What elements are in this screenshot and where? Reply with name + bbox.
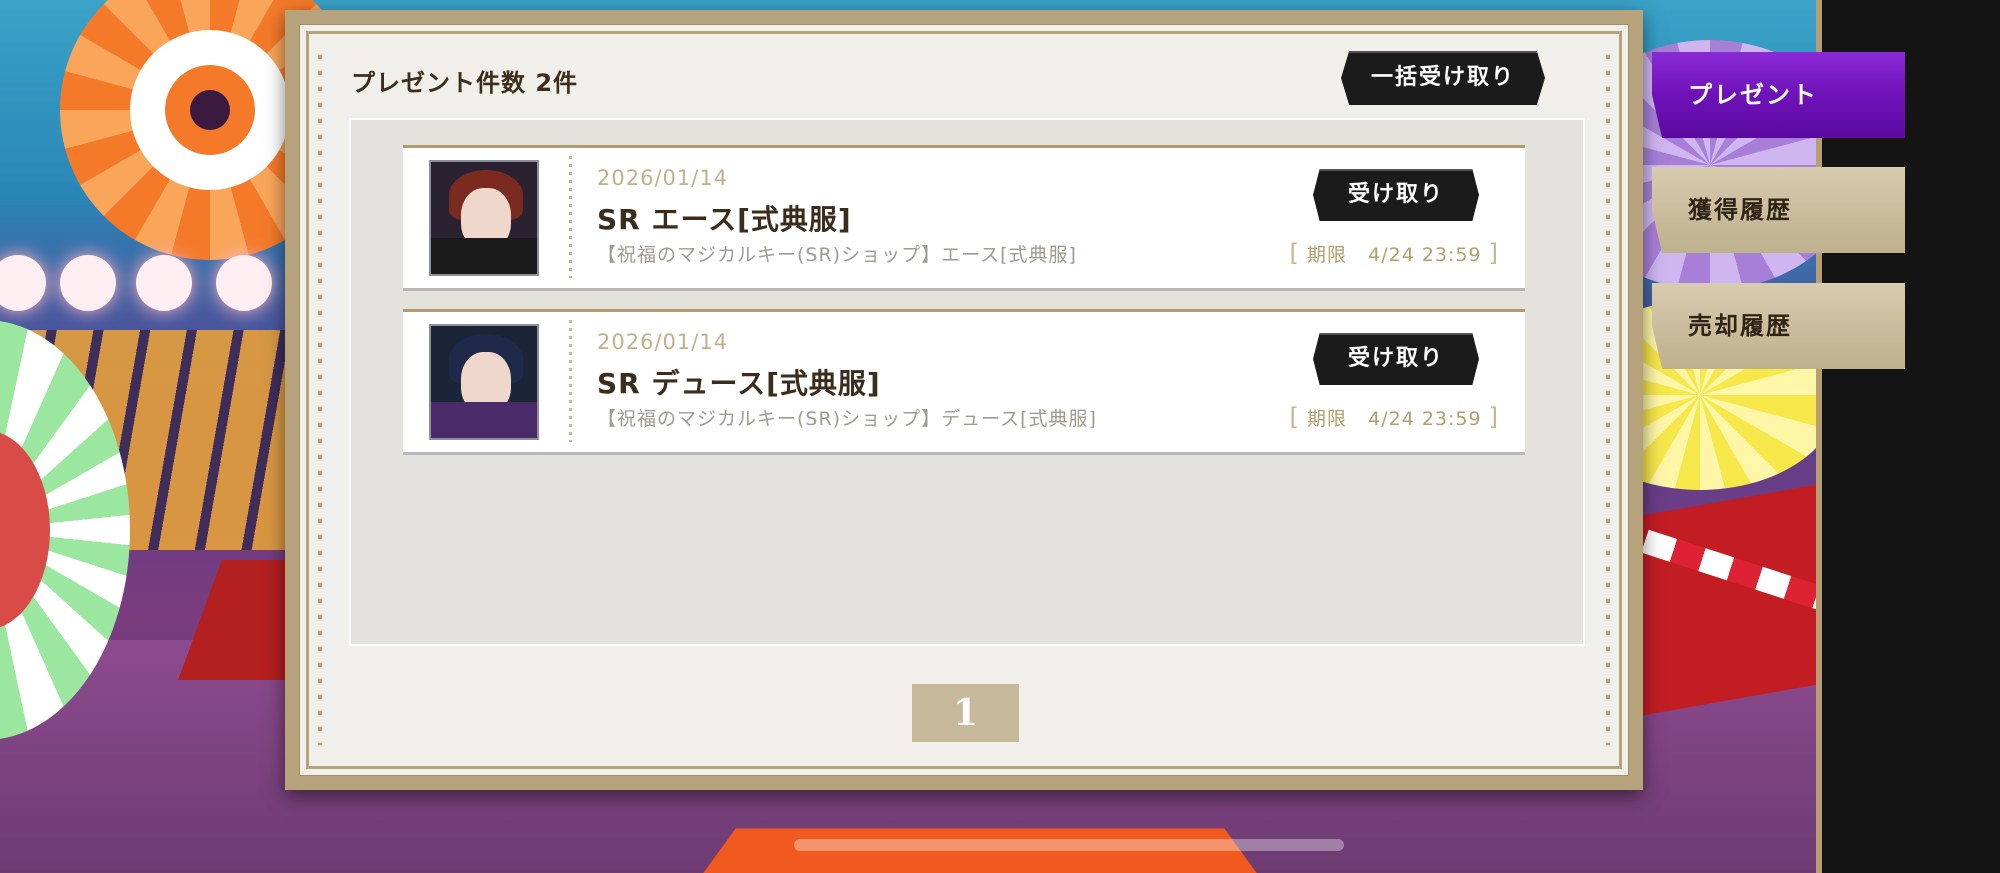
receive-button[interactable]: 受け取り bbox=[1313, 333, 1479, 385]
tab-sell-history[interactable]: 売却履歴 bbox=[1652, 283, 1905, 369]
expiry-title: 期限 bbox=[1306, 244, 1347, 266]
receive-button[interactable]: 受け取り bbox=[1313, 169, 1479, 221]
expiry-value: 4/24 23:59 bbox=[1368, 244, 1482, 266]
present-item: 2026/01/14 SR デュース[式典服] 【祝福のマジカルキー(SR)ショ… bbox=[403, 309, 1525, 455]
expiry-value: 4/24 23:59 bbox=[1368, 408, 1482, 430]
present-date: 2026/01/14 bbox=[597, 166, 729, 190]
present-name: SR エース[式典服] bbox=[597, 203, 852, 236]
expiry-label: [ 期限 4/24 23:59 ] bbox=[1289, 403, 1499, 431]
page-number-button[interactable]: 1 bbox=[912, 684, 1019, 742]
dotted-border-left bbox=[318, 55, 322, 745]
dotted-divider bbox=[569, 156, 572, 278]
receive-all-button[interactable]: 一括受け取り bbox=[1341, 51, 1545, 105]
present-date: 2026/01/14 bbox=[597, 330, 729, 354]
present-item: 2026/01/14 SR エース[式典服] 【祝福のマジカルキー(SR)ショッ… bbox=[403, 145, 1525, 291]
present-name: SR デュース[式典服] bbox=[597, 367, 881, 400]
dotted-border-right bbox=[1606, 55, 1610, 745]
card-thumbnail-deuce bbox=[429, 324, 539, 440]
expiry-title: 期限 bbox=[1306, 408, 1347, 430]
expiry-label: [ 期限 4/24 23:59 ] bbox=[1289, 239, 1499, 267]
present-description: 【祝福のマジカルキー(SR)ショップ】デュース[式典服] bbox=[597, 408, 1097, 430]
present-box-panel: プレゼント件数 2件 一括受け取り 2026/01/14 SR エース[式典服]… bbox=[285, 10, 1643, 790]
tab-acquire-history[interactable]: 獲得履歴 bbox=[1652, 167, 1905, 253]
present-description: 【祝福のマジカルキー(SR)ショップ】エース[式典服] bbox=[597, 244, 1077, 266]
card-thumbnail-ace bbox=[429, 160, 539, 276]
present-count-label: プレゼント件数 2件 bbox=[351, 69, 579, 97]
lantern-row bbox=[0, 255, 290, 325]
dotted-divider bbox=[569, 320, 572, 442]
home-indicator[interactable] bbox=[794, 839, 1344, 851]
tab-present[interactable]: プレゼント bbox=[1652, 52, 1905, 138]
present-list: 2026/01/14 SR エース[式典服] 【祝福のマジカルキー(SR)ショッ… bbox=[349, 118, 1585, 646]
panel-inner: プレゼント件数 2件 一括受け取り 2026/01/14 SR エース[式典服]… bbox=[299, 24, 1629, 776]
